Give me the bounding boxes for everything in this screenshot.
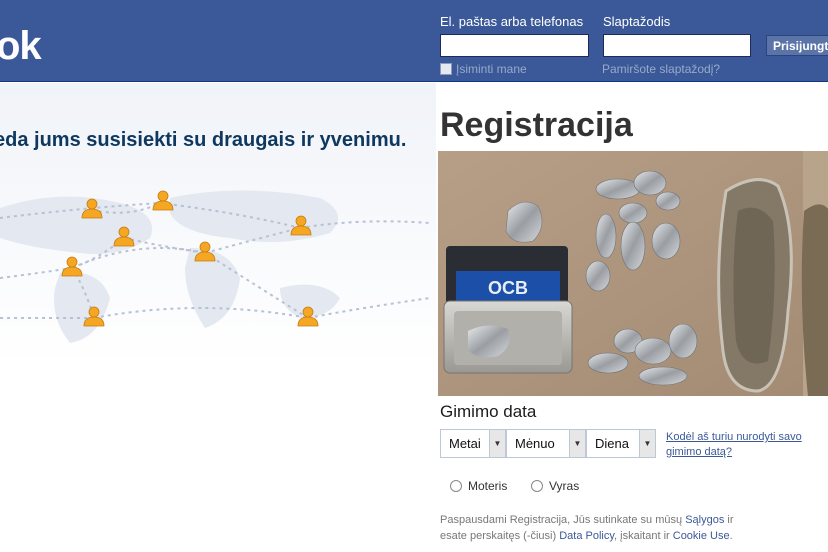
remember-checkbox[interactable]: [440, 63, 452, 75]
chevron-down-icon: ▼: [639, 430, 655, 457]
data-policy-link[interactable]: Data Policy: [559, 530, 614, 542]
email-label: El. paštas arba telefonas: [440, 14, 584, 29]
continents: [0, 190, 340, 343]
male-label: Vyras: [549, 479, 580, 493]
facebook-logo[interactable]: ok: [0, 24, 42, 69]
top-bar: ok El. paštas arba telefonas Slaptažodis…: [0, 0, 828, 82]
terms-text: Paspausdami Registracija, Jūs sutinkate …: [440, 512, 740, 544]
forgot-password-link[interactable]: Pamiršote slaptažodį?: [602, 62, 720, 76]
month-select-value: Mėnuo: [515, 436, 555, 451]
photo-image: OCB: [438, 151, 828, 396]
registration-title: Registracija: [440, 106, 633, 144]
gender-male[interactable]: Vyras: [531, 479, 579, 493]
chevron-down-icon: ▼: [489, 430, 505, 457]
password-input[interactable]: [603, 34, 751, 57]
day-select-value: Diena: [595, 436, 629, 451]
tagline: eda jums susisiekti su draugais ir yveni…: [0, 129, 407, 151]
female-radio[interactable]: [450, 480, 462, 492]
chevron-down-icon: ▼: [569, 430, 585, 457]
world-map-graphic: [0, 190, 430, 343]
cookie-use-link[interactable]: Cookie Use: [673, 530, 730, 542]
terms-text-part: , įskaitant ir: [614, 530, 670, 542]
svg-text:OCB: OCB: [488, 278, 528, 298]
why-birthday-link[interactable]: Kodėl aš turiu nurodyti savo gimimo datą…: [666, 430, 816, 460]
gender-female[interactable]: Moteris: [450, 479, 507, 493]
password-label: Slaptažodis: [603, 14, 671, 29]
person-icon: [61, 256, 83, 277]
year-select-value: Metai: [449, 436, 481, 451]
birthday-label: Gimimo data: [440, 402, 537, 421]
terms-link[interactable]: Sąlygos: [685, 514, 724, 526]
terms-text-part: .: [729, 530, 733, 542]
year-select[interactable]: Metai ▼: [440, 429, 506, 458]
month-select[interactable]: Mėnuo ▼: [506, 429, 586, 458]
day-select[interactable]: Diena ▼: [586, 429, 656, 458]
login-button[interactable]: Prisijungti: [766, 35, 828, 56]
terms-text-part: Paspausdami Registracija, Jūs sutinkate …: [440, 514, 683, 526]
email-input[interactable]: [440, 34, 589, 57]
remember-label: Įsiminti mane: [456, 62, 527, 76]
male-radio[interactable]: [531, 480, 543, 492]
female-label: Moteris: [468, 479, 508, 493]
remember-me[interactable]: Įsiminti mane: [440, 62, 527, 76]
